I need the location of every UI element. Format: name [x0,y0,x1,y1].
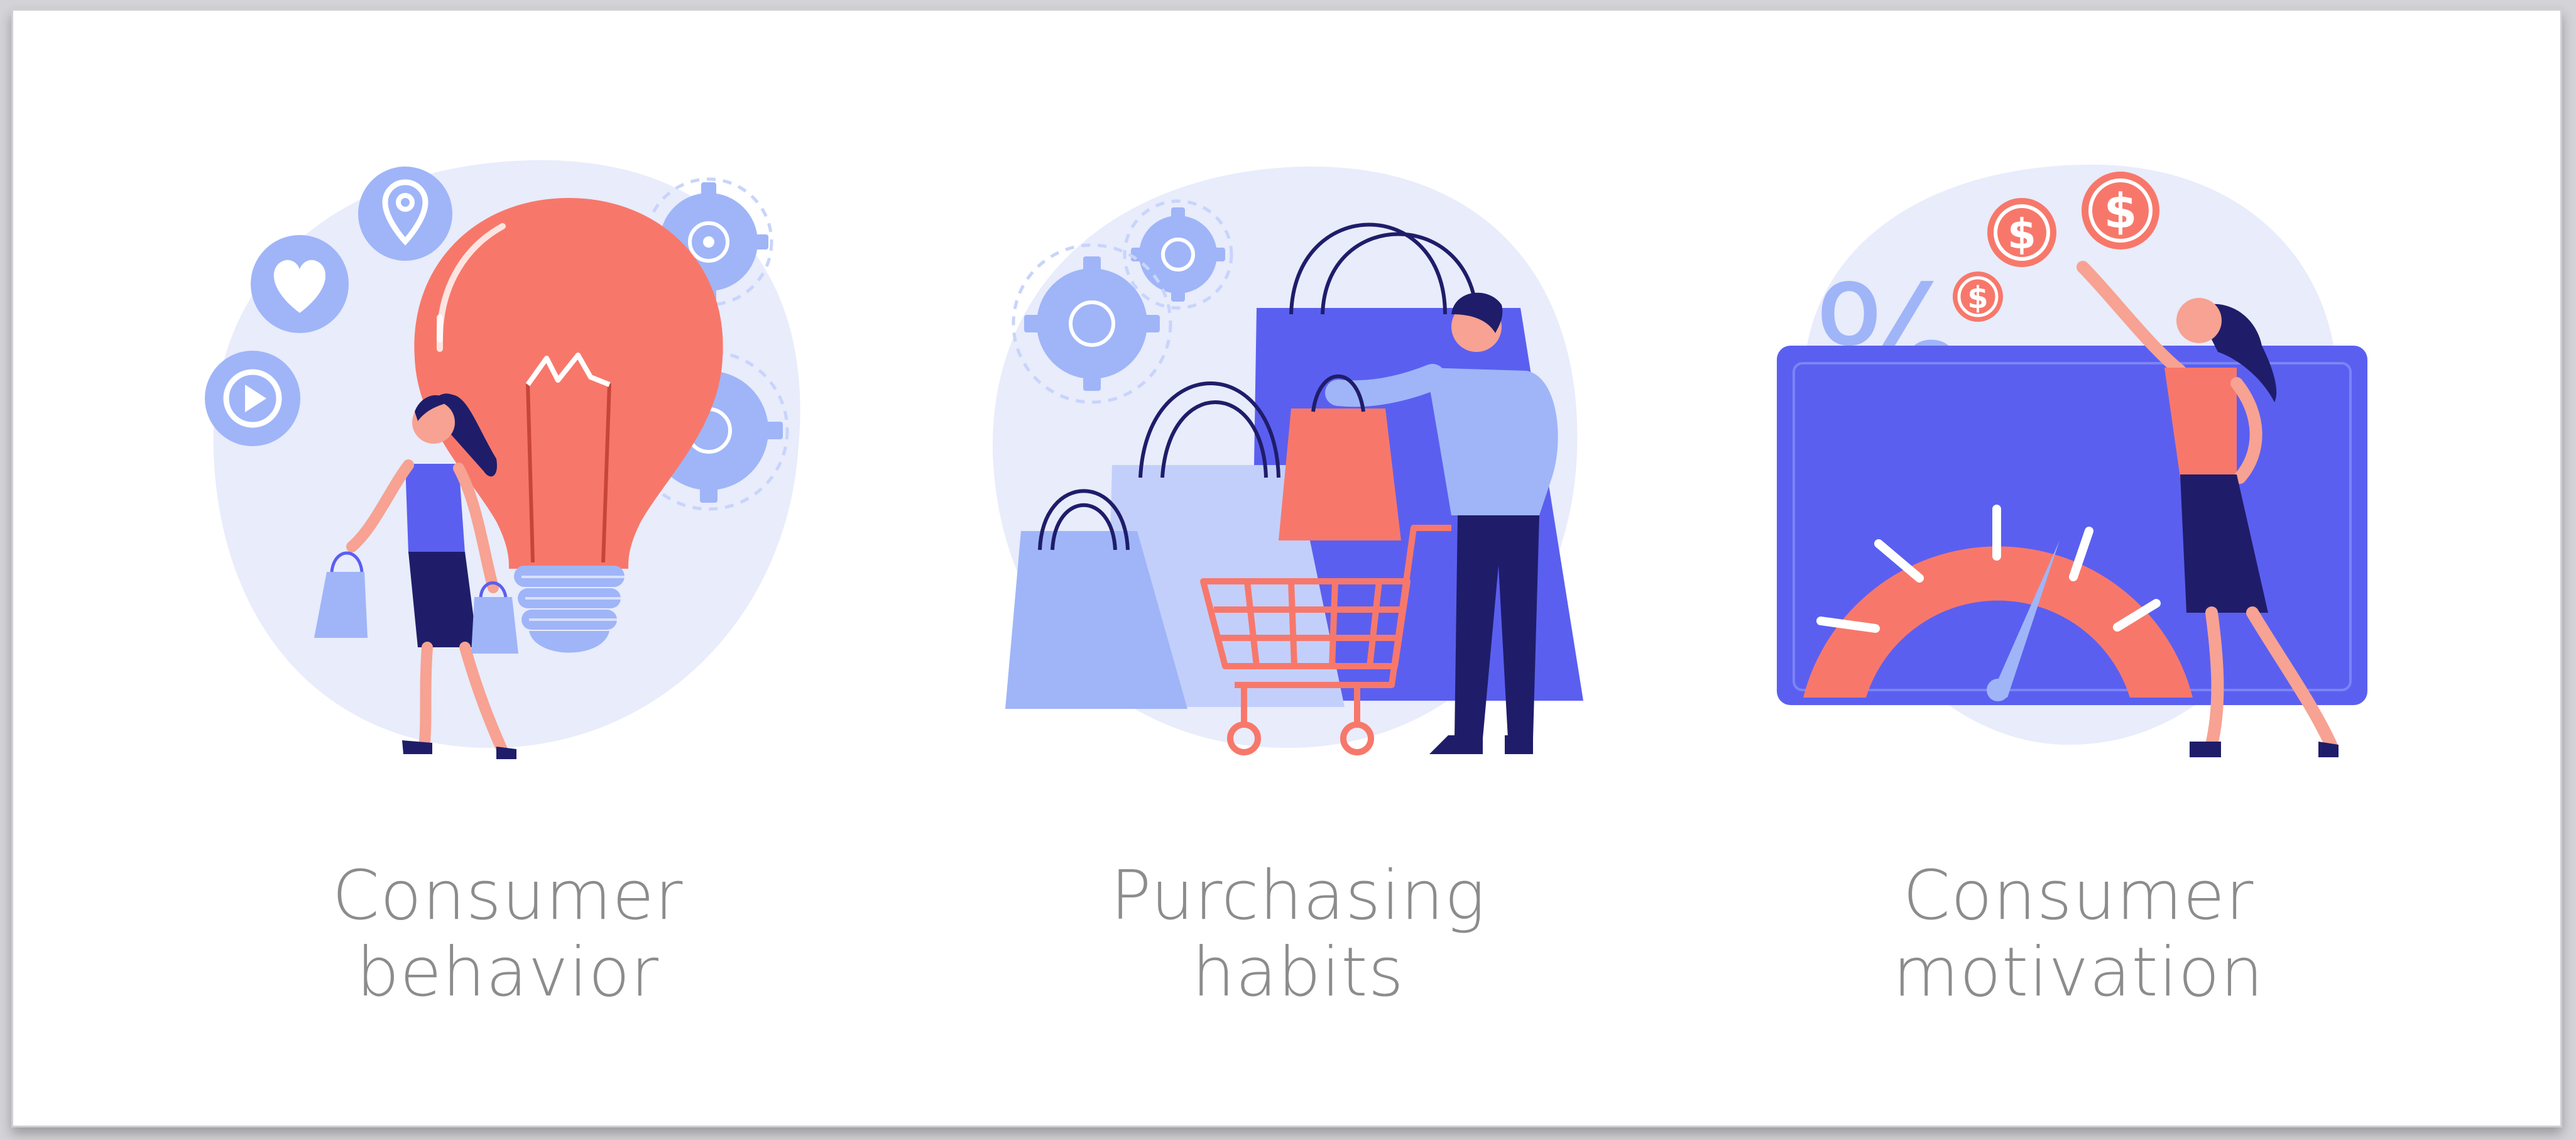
caption-consumer-behavior: Consumer behavior [162,858,853,1011]
purchasing-habits-illustration [992,166,1583,755]
play-icon [205,351,300,446]
caption-consumer-motivation: Consumer motivation [1733,858,2424,1011]
dollar-coin-icon: $ [1987,198,2056,267]
caption-line: motivation [1892,933,2264,1012]
caption-line: behavior [356,933,660,1012]
caption-line: habits [1192,933,1404,1012]
caption-line: Purchasing [1110,857,1486,935]
caption-line: Consumer [1902,857,2254,935]
heart-icon [251,235,349,333]
caption-purchasing-habits: Purchasing habits [952,858,1644,1011]
dollar-coin-icon: $ [1953,271,2003,322]
caption-line: Consumer [332,857,684,935]
consumer-behavior-illustration [205,160,800,759]
consumer-motivation-illustration: % $ $ $ [1777,164,2367,757]
svg-text:$: $ [2104,183,2137,239]
svg-text:$: $ [1967,280,1988,315]
location-pin-icon [358,167,452,261]
dollar-coin-icon: $ [2082,172,2159,249]
svg-text:$: $ [2007,210,2036,258]
